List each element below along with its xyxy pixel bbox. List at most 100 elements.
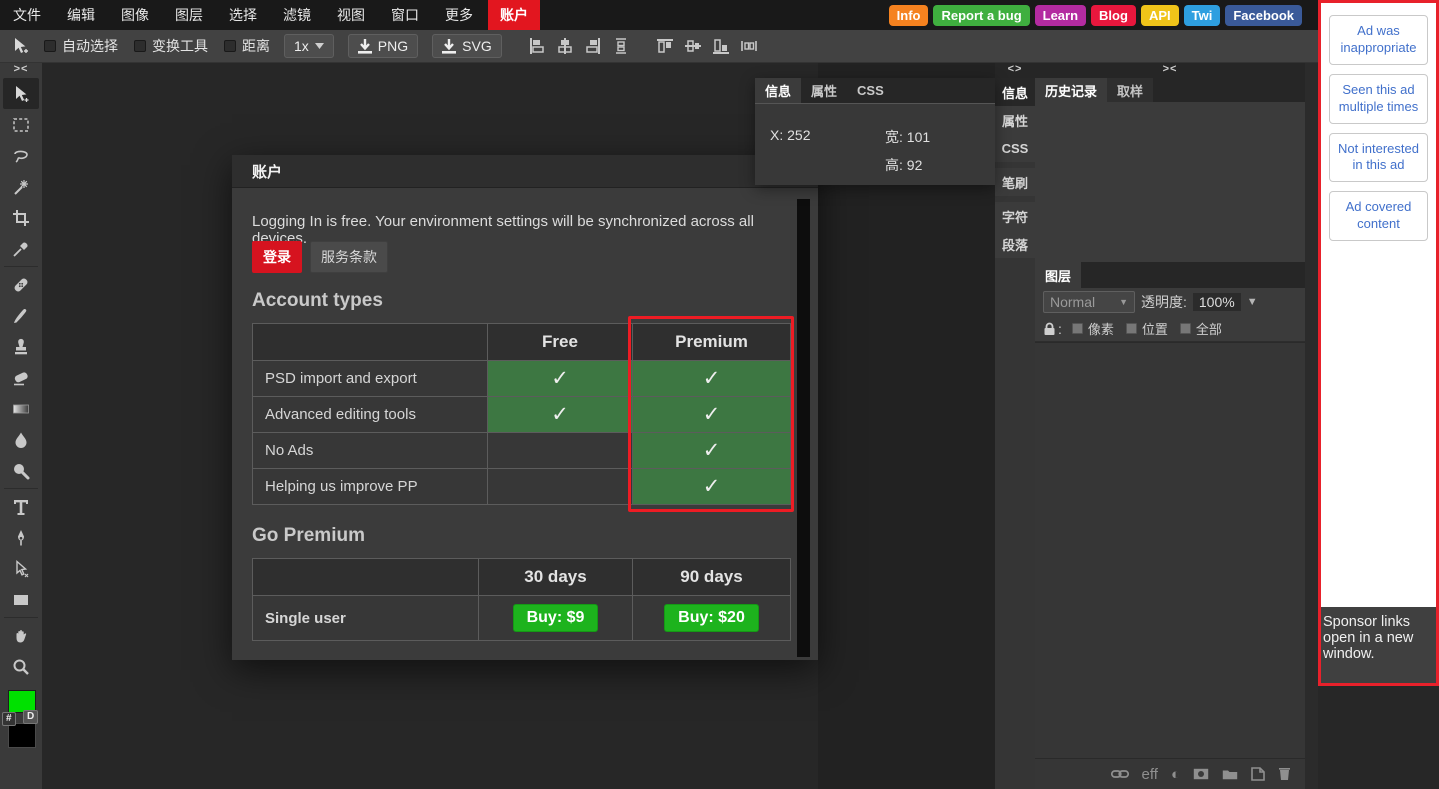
tab-info[interactable]: 信息 xyxy=(755,78,802,103)
checkbox-icon[interactable] xyxy=(1071,323,1083,334)
direct-select-tool[interactable] xyxy=(3,553,39,584)
checkbox-icon[interactable] xyxy=(134,40,146,52)
align-middle-vertical-icon[interactable] xyxy=(684,37,702,55)
menu-item-6[interactable]: 视图 xyxy=(324,0,378,30)
sidestrip-collapse-toggle[interactable]: <> xyxy=(995,63,1035,78)
gradient-tool[interactable] xyxy=(3,393,39,424)
crop-tool[interactable] xyxy=(3,202,39,233)
toolbar-option-0[interactable]: 自动选择 xyxy=(44,36,118,56)
lock-option-0[interactable]: 像素 xyxy=(1071,319,1114,338)
eyedropper-icon xyxy=(13,241,28,257)
menu-item-8[interactable]: 更多 xyxy=(432,0,486,30)
blend-mode-select[interactable]: Normal ▼ xyxy=(1043,291,1135,313)
dodge-tool[interactable] xyxy=(3,455,39,486)
clone-stamp-tool[interactable] xyxy=(3,331,39,362)
tab-css[interactable]: CSS xyxy=(847,78,894,103)
opacity-value-field[interactable]: 100% xyxy=(1192,293,1241,311)
marquee-select-tool[interactable] xyxy=(3,109,39,140)
link-blog[interactable]: Blog xyxy=(1091,4,1136,26)
color-hex-button[interactable]: # xyxy=(2,712,16,726)
feature-label: Advanced editing tools xyxy=(252,396,488,433)
zoom-level-select[interactable]: 1x xyxy=(284,34,334,58)
menu-item-7[interactable]: 窗口 xyxy=(378,0,432,30)
menu-item-3[interactable]: 图层 xyxy=(162,0,216,30)
magic-wand-tool[interactable] xyxy=(3,171,39,202)
default-colors-button[interactable]: D xyxy=(23,710,39,724)
tab-properties[interactable]: 属性 xyxy=(801,78,847,103)
move-tool[interactable] xyxy=(3,78,39,109)
buy-button-30-days[interactable]: Buy: $9 xyxy=(512,604,599,632)
checkbox-icon[interactable] xyxy=(1179,323,1191,334)
eyedropper-tool[interactable] xyxy=(3,233,39,264)
terms-of-service-button[interactable]: 服务条款 xyxy=(310,241,388,273)
tab-history[interactable]: 历史记录 xyxy=(1035,78,1108,102)
distribute-vertical-icon[interactable] xyxy=(612,37,630,55)
link-facebook[interactable]: Facebook xyxy=(1225,4,1302,26)
link-api[interactable]: API xyxy=(1140,4,1179,26)
side-tab-4[interactable]: 字符 xyxy=(995,196,1035,230)
menu-item-2[interactable]: 图像 xyxy=(108,0,162,30)
brush-tool[interactable] xyxy=(3,300,39,331)
lock-option-1[interactable]: 位置 xyxy=(1125,319,1168,338)
side-tab-0[interactable]: 信息 xyxy=(995,78,1035,106)
shape-tool[interactable] xyxy=(3,584,39,615)
panel-tab-strip: <> 信息 属性 CSS 笔刷 字符 段落 xyxy=(995,63,1035,789)
align-left-icon[interactable] xyxy=(528,37,546,55)
side-tab-5[interactable]: 段落 xyxy=(995,230,1035,258)
new-group-folder-icon[interactable] xyxy=(1222,768,1238,780)
side-tab-1[interactable]: 属性 xyxy=(995,106,1035,134)
link-info[interactable]: Info xyxy=(888,4,929,26)
toolstrip-collapse-toggle[interactable]: >< xyxy=(0,63,42,78)
adjustment-layer-icon[interactable]: ◐ xyxy=(1171,766,1180,783)
checkbox-icon[interactable] xyxy=(44,40,56,52)
hand-tool[interactable] xyxy=(3,620,39,651)
login-button[interactable]: 登录 xyxy=(252,241,302,273)
delete-layer-trash-icon[interactable] xyxy=(1278,767,1291,781)
export-png-button[interactable]: PNG xyxy=(347,34,419,58)
align-bottom-icon[interactable] xyxy=(712,37,730,55)
ad-feedback-button-3[interactable]: Ad covered content xyxy=(1329,191,1428,242)
eraser-tool[interactable] xyxy=(3,362,39,393)
buy-button-90-days[interactable]: Buy: $20 xyxy=(664,604,759,632)
opacity-dropdown-icon[interactable]: ▼ xyxy=(1247,296,1258,308)
layer-mask-icon[interactable] xyxy=(1193,768,1209,780)
toolbar-option-2[interactable]: 距离 xyxy=(224,36,270,56)
distribute-horizontal-icon[interactable] xyxy=(740,37,758,55)
tab-sampling[interactable]: 取样 xyxy=(1107,78,1154,102)
lasso-tool[interactable] xyxy=(3,140,39,171)
link-twi[interactable]: Twi xyxy=(1183,4,1221,26)
menu-item-1[interactable]: 编辑 xyxy=(54,0,108,30)
align-top-icon[interactable] xyxy=(656,37,674,55)
toolbar-option-1[interactable]: 变换工具 xyxy=(134,36,208,56)
dialog-scrollbar[interactable] xyxy=(797,199,810,657)
zoom-tool[interactable] xyxy=(3,651,39,682)
ad-feedback-button-2[interactable]: Not interested in this ad xyxy=(1329,132,1428,183)
pen-tool[interactable] xyxy=(3,522,39,553)
tab-layers[interactable]: 图层 xyxy=(1035,262,1082,288)
ad-feedback-button-0[interactable]: Ad was inappropriate xyxy=(1329,15,1428,65)
link-report-a-bug[interactable]: Report a bug xyxy=(933,4,1030,26)
export-svg-button[interactable]: SVG xyxy=(432,34,502,58)
healing-brush-tool[interactable] xyxy=(3,269,39,300)
lock-option-2[interactable]: 全部 xyxy=(1179,319,1222,338)
menu-item-4[interactable]: 选择 xyxy=(216,0,270,30)
link-layers-icon[interactable] xyxy=(1110,769,1129,779)
dock-collapse-toggle[interactable]: >< xyxy=(1035,63,1305,78)
account-menu-button[interactable]: 账户 xyxy=(488,0,540,30)
header-cell-free: Free xyxy=(487,323,633,361)
layer-effects-button[interactable]: eff xyxy=(1142,766,1158,783)
menu-item-0[interactable]: 文件 xyxy=(0,0,54,30)
side-tab-2[interactable]: CSS xyxy=(995,134,1035,162)
type-tool[interactable] xyxy=(3,491,39,522)
background-color-swatch[interactable] xyxy=(8,723,36,748)
blur-tool[interactable] xyxy=(3,424,39,455)
side-tab-3[interactable]: 笔刷 xyxy=(995,162,1035,196)
align-center-horizontal-icon[interactable] xyxy=(556,37,574,55)
checkbox-icon[interactable] xyxy=(1125,323,1137,334)
link-learn[interactable]: Learn xyxy=(1034,4,1087,26)
ad-feedback-button-1[interactable]: Seen this ad multiple times xyxy=(1329,73,1428,124)
new-layer-icon[interactable] xyxy=(1251,767,1265,781)
menu-item-5[interactable]: 滤镜 xyxy=(270,0,324,30)
align-right-icon[interactable] xyxy=(584,37,602,55)
checkbox-icon[interactable] xyxy=(224,40,236,52)
